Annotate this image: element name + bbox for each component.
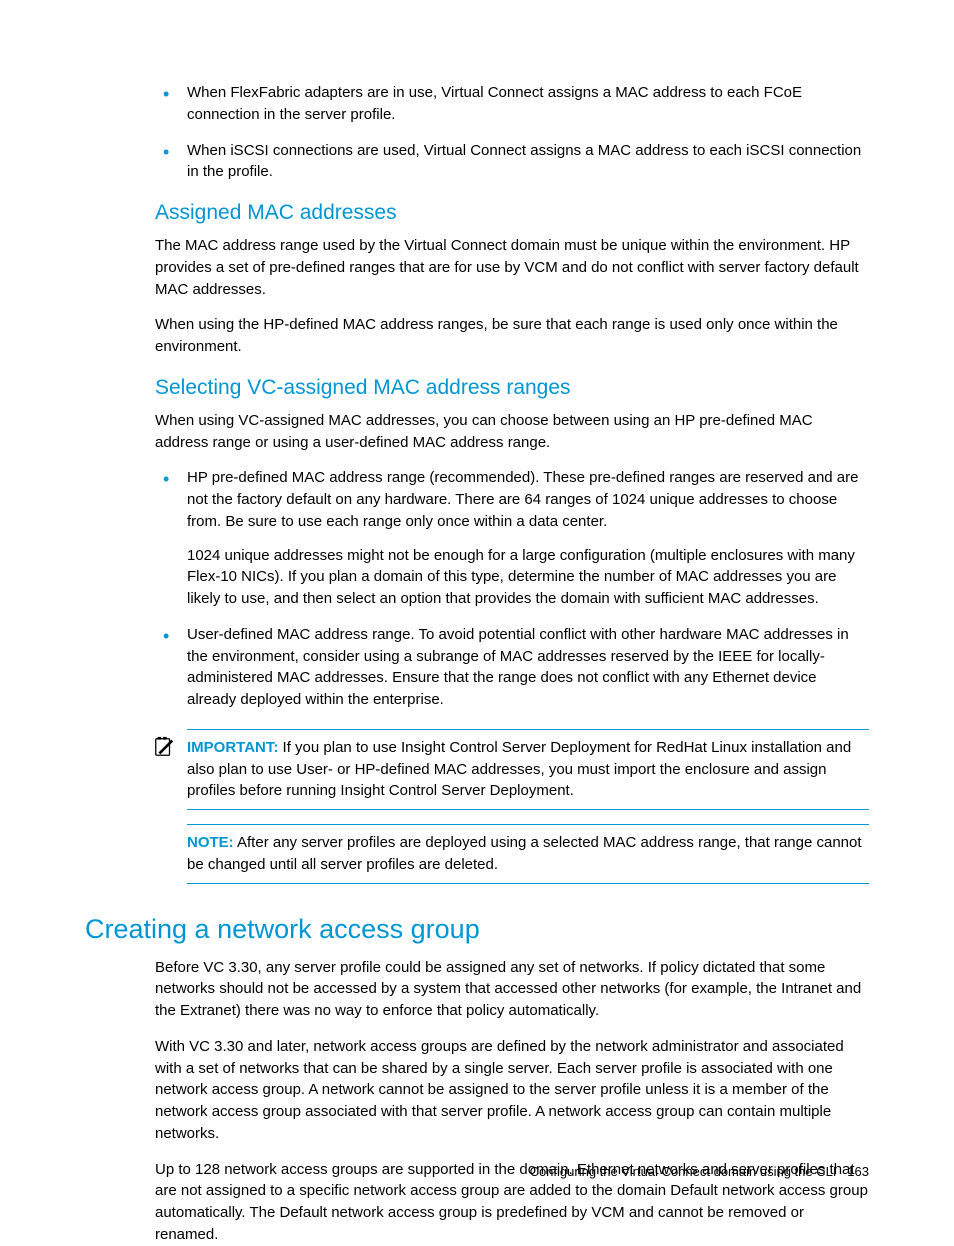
paragraph: The MAC address range used by the Virtua… [155,235,869,300]
note-label: NOTE: [187,834,234,851]
important-label: IMPORTANT: [187,739,278,756]
top-bullet-list: When FlexFabric adapters are in use, Vir… [155,82,869,183]
note-callout-wrap: NOTE: After any server profiles are depl… [187,824,869,884]
important-callout-wrap: IMPORTANT: If you plan to use Insight Co… [187,729,869,810]
heading-creating-network: Creating a network access group [85,914,869,945]
paragraph: Before VC 3.30, any server profile could… [155,957,869,1022]
paragraph: When using VC-assigned MAC addresses, yo… [155,410,869,454]
important-icon [153,736,175,758]
page-content: When FlexFabric adapters are in use, Vir… [155,82,869,1246]
section2-bullet-list: HP pre-defined MAC address range (recomm… [155,467,869,711]
paragraph: When using the HP-defined MAC address ra… [155,314,869,358]
page-footer: Configuring the Virtual Connect domain u… [530,1164,869,1179]
paragraph: With VC 3.30 and later, network access g… [155,1036,869,1145]
list-item-text: User-defined MAC address range. To avoid… [187,626,849,708]
sub-paragraph: 1024 unique addresses might not be enoug… [187,545,869,610]
note-text: After any server profiles are deployed u… [187,834,862,873]
important-text: If you plan to use Insight Control Serve… [187,739,851,800]
list-item: When iSCSI connections are used, Virtual… [155,140,869,184]
heading-assigned-mac: Assigned MAC addresses [155,201,869,225]
list-item: When FlexFabric adapters are in use, Vir… [155,82,869,126]
important-callout: IMPORTANT: If you plan to use Insight Co… [187,729,869,810]
list-item-text: HP pre-defined MAC address range (recomm… [187,469,858,530]
list-item: User-defined MAC address range. To avoid… [155,624,869,711]
list-item: HP pre-defined MAC address range (recomm… [155,467,869,610]
page-number: 163 [847,1164,869,1179]
note-callout: NOTE: After any server profiles are depl… [187,824,869,884]
heading-selecting-vc: Selecting VC-assigned MAC address ranges [155,376,869,400]
footer-text: Configuring the Virtual Connect domain u… [530,1164,837,1179]
